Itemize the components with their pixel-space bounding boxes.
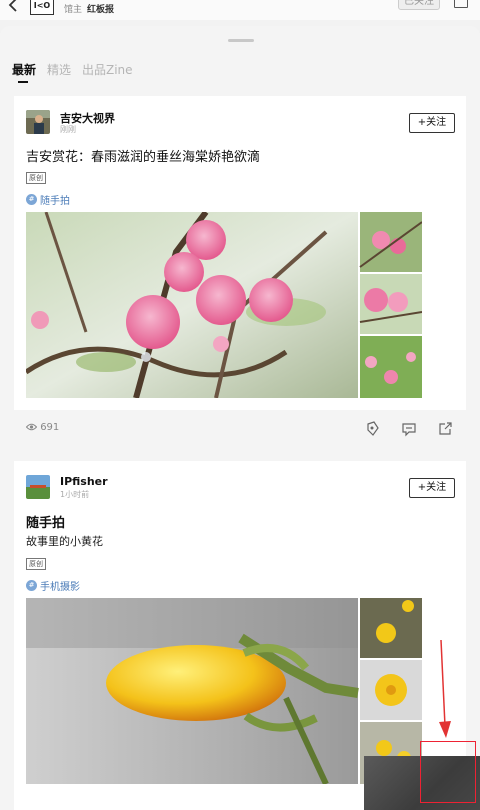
top-bar: I<O 馆主 红板报 已关注	[0, 0, 480, 20]
post-images	[26, 598, 422, 784]
blossom-photo[interactable]	[26, 212, 358, 398]
annotation-arrow	[439, 640, 451, 738]
followed-button[interactable]: 已关注	[398, 0, 440, 10]
channel-logo[interactable]: I<O	[30, 0, 54, 15]
views-count: 691	[25, 422, 60, 433]
annotation-highlight-box	[420, 741, 476, 803]
post-time: 刚刚	[60, 125, 76, 134]
avatar[interactable]	[26, 475, 50, 499]
post-time: 1小时前	[60, 490, 90, 499]
post-title[interactable]: 随手拍	[26, 512, 65, 531]
hashtag-icon: #	[26, 194, 37, 205]
tab-featured[interactable]: 精选	[47, 61, 71, 78]
post-subtitle[interactable]: 故事里的小黄花	[26, 533, 103, 549]
share-icon[interactable]	[454, 0, 468, 8]
tab-zine[interactable]: 出品Zine	[82, 61, 133, 78]
topic-link[interactable]: # 手机摄影	[26, 575, 80, 593]
follow-button[interactable]: +关注	[409, 113, 455, 133]
tab-latest[interactable]: 最新	[12, 61, 36, 78]
thumbnail-3[interactable]	[360, 336, 422, 398]
post-stats: 691	[25, 420, 454, 438]
drag-handle[interactable]	[228, 39, 254, 42]
hashtag-icon: #	[26, 580, 37, 591]
original-badge: 原创	[26, 558, 46, 570]
post-card[interactable]: 吉安大视界 刚刚 +关注 吉安赏花：春雨滋润的垂丝海棠娇艳欲滴 原创 # 随手拍	[14, 96, 466, 410]
active-tab-indicator	[18, 81, 28, 83]
yellow-flower-photo[interactable]	[26, 598, 359, 784]
comment-icon[interactable]	[400, 420, 418, 438]
eye-icon	[25, 423, 38, 431]
post-images	[26, 212, 422, 398]
thumbnail-1[interactable]	[359, 212, 422, 272]
host-label: 馆主	[64, 5, 83, 15]
avatar[interactable]	[26, 110, 50, 134]
post-title[interactable]: 吉安赏花：春雨滋润的垂丝海棠娇艳欲滴	[26, 146, 260, 165]
thumbnail-2[interactable]	[359, 274, 422, 334]
topic-label: 手机摄影	[40, 582, 80, 593]
views-number: 691	[40, 422, 60, 433]
thumbnail-1[interactable]	[360, 598, 422, 658]
author-name[interactable]: IPfisher	[60, 475, 108, 488]
share-icon[interactable]	[436, 420, 454, 438]
thumbnail-2[interactable]	[360, 660, 422, 720]
follow-button[interactable]: +关注	[409, 478, 455, 498]
reward-icon[interactable]	[364, 420, 382, 438]
back-icon[interactable]	[6, 0, 22, 14]
topic-link[interactable]: # 随手拍	[26, 189, 70, 207]
original-badge: 原创	[26, 172, 46, 184]
channel-name[interactable]: 红板报	[87, 2, 114, 15]
topic-label: 随手拍	[40, 196, 70, 207]
